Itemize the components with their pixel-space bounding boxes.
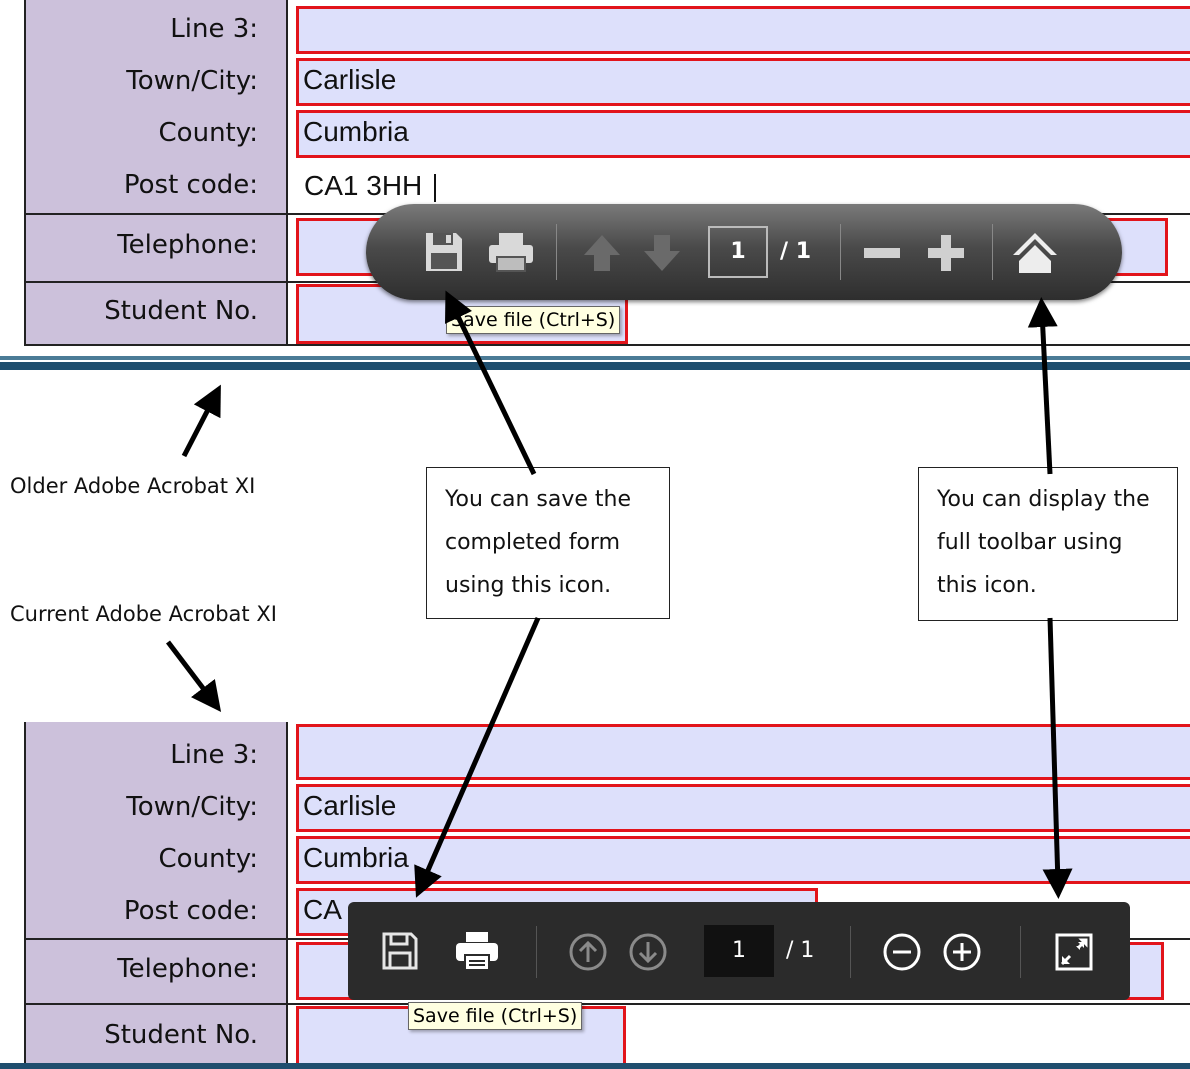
arrow-save-old xyxy=(445,290,537,476)
annotation-arrows xyxy=(166,290,1073,899)
arrow-current-caption xyxy=(166,640,222,712)
arrow-save-new xyxy=(414,617,541,898)
arrow-older-caption xyxy=(181,384,221,458)
arrow-toolbar-new xyxy=(1042,617,1073,899)
arrow-toolbar-old xyxy=(1027,297,1058,475)
